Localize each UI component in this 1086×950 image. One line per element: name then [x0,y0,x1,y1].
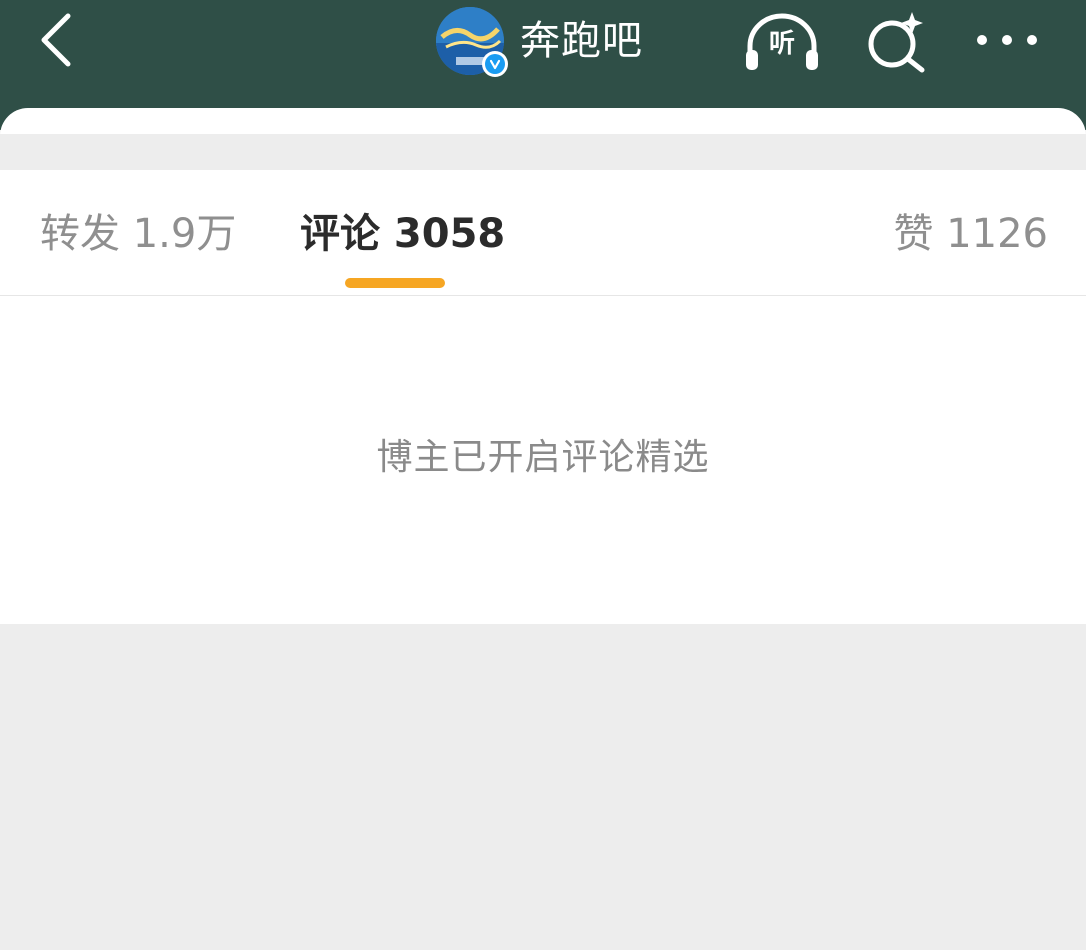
account-title-group[interactable]: 奔跑吧 [436,6,643,77]
interaction-tabs: 转发 1.9万 评论 3058 赞 1126 [0,170,1086,296]
listen-label: 听 [768,29,795,59]
tab-repost[interactable]: 转发 1.9万 [40,200,236,268]
comments-panel: 博主已开启评论精选 [0,296,1086,624]
avatar[interactable] [436,7,508,77]
account-name[interactable]: 奔跑吧 [520,6,643,76]
sparkle-search-icon [868,12,925,73]
tab-comment[interactable]: 评论 3058 [300,200,505,268]
tab-like[interactable]: 赞 1126 [893,200,1048,268]
more-options-button[interactable] [970,20,1044,60]
empty-area [0,624,1086,950]
search-button[interactable] [862,8,932,74]
more-dots-icon [977,35,1037,45]
back-button[interactable] [30,10,90,70]
verified-badge [482,51,508,77]
section-divider [0,134,1086,170]
comment-selection-notice: 博主已开启评论精选 [376,437,710,478]
active-tab-indicator [345,278,445,288]
listen-button[interactable]: 听 [742,12,822,72]
verified-badge-icon [489,59,501,70]
back-chevron-icon [41,13,71,67]
